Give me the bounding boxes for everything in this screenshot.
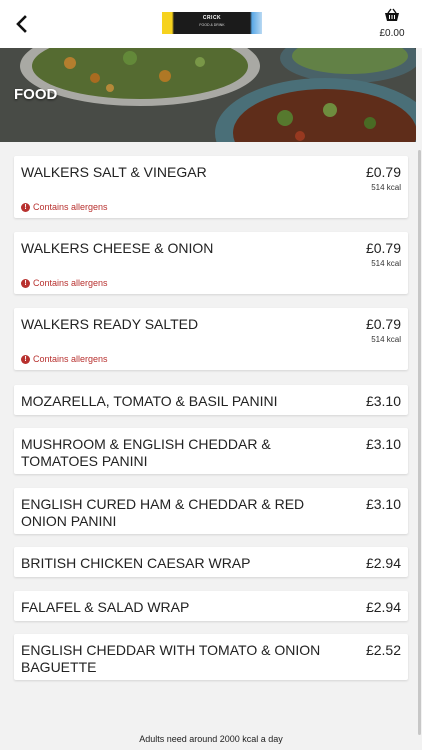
basket-button[interactable]: £0.00 — [372, 8, 412, 42]
item-price: £3.10 — [365, 496, 401, 512]
item-kcal: 514 kcal — [371, 335, 401, 344]
item-name: WALKERS CHEESE & ONION — [21, 240, 214, 256]
menu-item-card[interactable]: WALKERS READY SALTED £0.79 514 kcal ! Co… — [14, 308, 408, 370]
item-price: £3.10 — [365, 436, 401, 452]
logo-title: CRICK — [202, 15, 222, 21]
menu-item-card[interactable]: MUSHROOM & ENGLISH CHEDDAR & TOMATOES PA… — [14, 428, 408, 474]
item-price: £2.94 — [365, 599, 401, 615]
exclamation-icon: ! — [21, 278, 30, 288]
allergen-notice[interactable]: ! Contains allergens — [21, 278, 108, 288]
back-button[interactable] — [10, 12, 34, 36]
menu-item-card[interactable]: WALKERS CHEESE & ONION £0.79 514 kcal ! … — [14, 232, 408, 294]
basket-icon — [385, 8, 399, 21]
allergen-notice[interactable]: ! Contains allergens — [21, 354, 108, 364]
logo-subtitle: FOOD & DRINK — [199, 23, 225, 27]
menu-item-card[interactable]: MOZARELLA, TOMATO & BASIL PANINI £3.10 — [14, 385, 408, 415]
allergen-label: Contains allergens — [33, 354, 108, 364]
menu-item-card[interactable]: ENGLISH CHEDDAR WITH TOMATO & ONION BAGU… — [14, 634, 408, 680]
scrollbar[interactable] — [418, 150, 421, 735]
item-name: WALKERS SALT & VINEGAR — [21, 164, 207, 180]
food-photo — [0, 48, 416, 142]
menu-item-card[interactable]: WALKERS SALT & VINEGAR £0.79 514 kcal ! … — [14, 156, 408, 218]
menu-item-card[interactable]: FALAFEL & SALAD WRAP £2.94 — [14, 591, 408, 621]
item-price: £0.79 — [365, 316, 401, 332]
item-name: BRITISH CHICKEN CAESAR WRAP — [21, 555, 251, 571]
item-name: ENGLISH CURED HAM & CHEDDAR & RED ONION … — [21, 496, 305, 529]
basket-total: £0.00 — [379, 28, 405, 39]
exclamation-icon: ! — [21, 202, 30, 212]
item-name: WALKERS READY SALTED — [21, 316, 199, 332]
item-price: £2.52 — [365, 642, 401, 658]
item-kcal: 514 kcal — [371, 259, 401, 268]
chevron-left-icon — [16, 15, 27, 33]
item-price: £2.94 — [365, 555, 401, 571]
menu-item-card[interactable]: ENGLISH CURED HAM & CHEDDAR & RED ONION … — [14, 488, 408, 534]
allergen-label: Contains allergens — [33, 202, 108, 212]
kcal-advice-note: Adults need around 2000 kcal a day — [139, 734, 283, 744]
menu-item-card[interactable]: BRITISH CHICKEN CAESAR WRAP £2.94 — [14, 547, 408, 577]
item-price: £3.10 — [365, 393, 401, 409]
allergen-label: Contains allergens — [33, 278, 108, 288]
item-name: ENGLISH CHEDDAR WITH TOMATO & ONION BAGU… — [21, 642, 321, 675]
allergen-notice[interactable]: ! Contains allergens — [21, 202, 108, 212]
item-kcal: 514 kcal — [371, 183, 401, 192]
item-name: FALAFEL & SALAD WRAP — [21, 599, 190, 615]
app-header: CRICK FOOD & DRINK £0.00 — [0, 0, 422, 48]
item-name: MUSHROOM & ENGLISH CHEDDAR & TOMATOES PA… — [21, 436, 271, 469]
item-name: MOZARELLA, TOMATO & BASIL PANINI — [21, 393, 278, 409]
exclamation-icon: ! — [21, 354, 30, 364]
item-price: £0.79 — [365, 240, 401, 256]
category-banner: FOOD — [0, 48, 416, 142]
item-price: £0.79 — [365, 164, 401, 180]
category-title: FOOD — [14, 86, 58, 103]
brand-logo: CRICK FOOD & DRINK — [162, 12, 262, 34]
